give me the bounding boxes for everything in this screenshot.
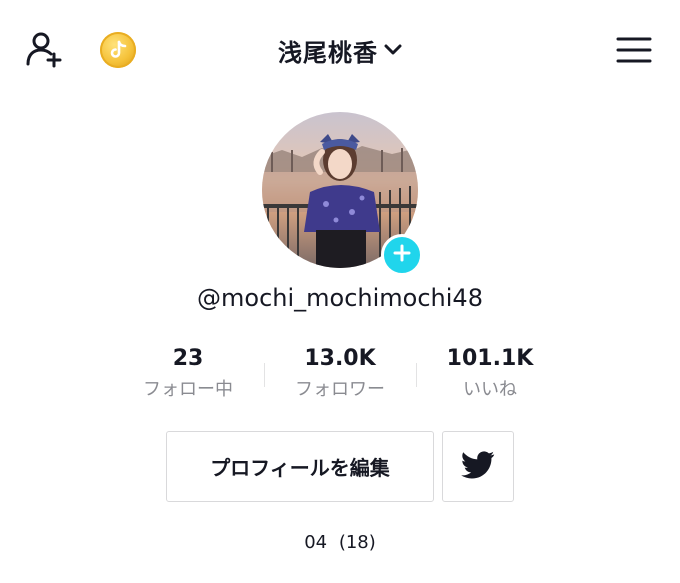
edit-profile-button[interactable]: プロフィールを編集 xyxy=(166,431,434,502)
bio-text: 04 (18) xyxy=(304,532,376,553)
stat-label: いいね xyxy=(463,379,517,400)
stat-value: 13.0K xyxy=(304,346,376,371)
stat-likes[interactable]: 101.1K いいね xyxy=(415,343,565,405)
stat-value: 101.1K xyxy=(446,346,534,371)
stat-label: フォロワー xyxy=(295,379,385,400)
twitter-icon xyxy=(461,450,495,483)
stat-following[interactable]: 23 フォロー中 xyxy=(113,343,263,405)
page-title: 浅尾桃香 xyxy=(278,38,378,67)
add-avatar-button[interactable] xyxy=(381,234,423,276)
menu-icon[interactable] xyxy=(616,36,652,64)
plus-icon xyxy=(393,244,411,266)
stat-value: 23 xyxy=(172,346,204,371)
profile-stats: 23 フォロー中 13.0K フォロワー 101.1K いいね xyxy=(113,343,565,407)
profile-screen: 浅尾桃香 @mochi_mochimochi48 23 フォロー中 13.0K … xyxy=(0,0,680,583)
stat-label: フォロー中 xyxy=(143,379,233,400)
chevron-down-icon xyxy=(384,41,402,60)
account-switcher[interactable]: 浅尾桃香 xyxy=(0,30,680,70)
twitter-button[interactable] xyxy=(442,431,514,502)
username: @mochi_mochimochi48 xyxy=(197,284,483,312)
stat-followers[interactable]: 13.0K フォロワー xyxy=(265,343,415,405)
